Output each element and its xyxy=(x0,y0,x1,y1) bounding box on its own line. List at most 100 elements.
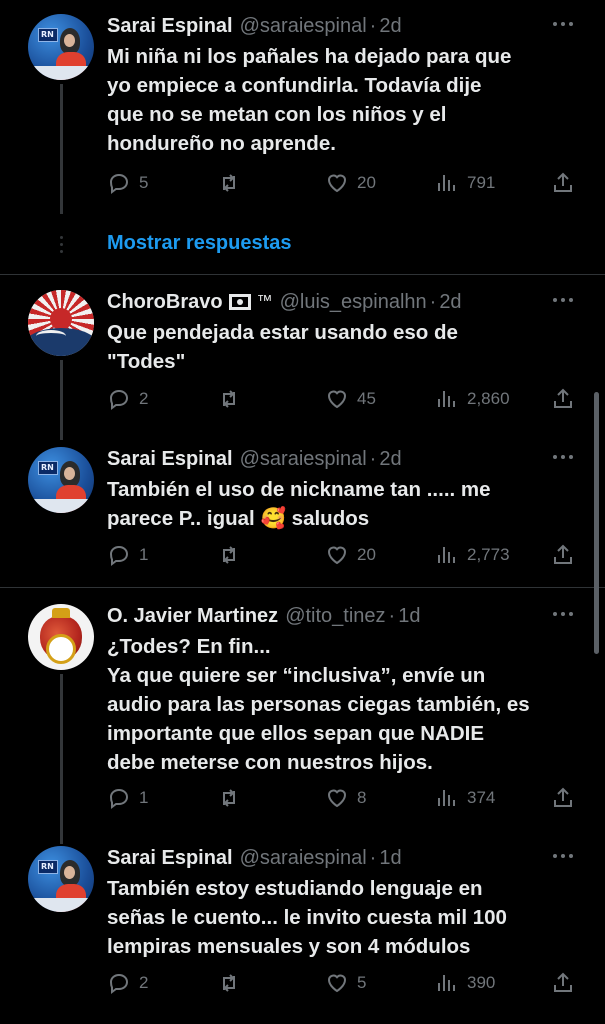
timestamp[interactable]: 1d xyxy=(379,847,401,870)
timestamp[interactable]: 2d xyxy=(439,291,461,314)
views-count: 390 xyxy=(467,973,496,992)
like-button[interactable]: 45 xyxy=(325,386,376,412)
reply-button[interactable]: 2 xyxy=(107,386,148,412)
share-button[interactable] xyxy=(551,170,575,196)
views-count: 2,860 xyxy=(467,389,510,408)
separator-dot: · xyxy=(369,846,377,869)
show-replies-link[interactable]: Mostrar respuestas xyxy=(107,232,292,255)
separator-dot: · xyxy=(429,290,437,313)
thread-line xyxy=(60,360,63,440)
retweet-button[interactable] xyxy=(217,785,241,811)
action-bar: 5 20 791 xyxy=(107,170,577,196)
author-handle[interactable]: @luis_espinalhn xyxy=(280,291,427,314)
views-button[interactable]: 2,773 xyxy=(435,542,510,568)
views-button[interactable]: 2,860 xyxy=(435,386,510,412)
like-count: 5 xyxy=(357,973,367,992)
reply-icon xyxy=(109,973,129,994)
share-icon xyxy=(554,388,572,408)
share-button[interactable] xyxy=(551,970,575,996)
action-bar: 1 20 2,773 xyxy=(107,542,577,568)
trademark-badge: ™ xyxy=(256,293,273,310)
views-count: 374 xyxy=(467,788,496,807)
reply-count: 1 xyxy=(139,788,149,807)
tweet[interactable]: Sarai Espinal @saraiespinal · 1d También… xyxy=(0,842,605,1012)
author-handle[interactable]: @saraiespinal xyxy=(240,15,367,38)
like-button[interactable]: 20 xyxy=(325,542,376,568)
thread-gap-dots xyxy=(60,236,63,253)
tweet-text: Mi niña ni los pañales ha dejado para qu… xyxy=(107,45,512,155)
more-icon[interactable] xyxy=(553,22,573,26)
like-button[interactable]: 5 xyxy=(325,970,366,996)
views-icon xyxy=(438,391,455,407)
divider xyxy=(0,274,605,275)
tweet[interactable]: ChoroBravo ™ @luis_espinalhn · 2d Que pe… xyxy=(0,286,605,440)
tweet-text: Que pendejada estar usando eso de "Todes… xyxy=(107,321,458,373)
share-button[interactable] xyxy=(551,542,575,568)
avatar[interactable] xyxy=(28,604,94,670)
retweet-button[interactable] xyxy=(217,542,241,568)
timestamp[interactable]: 1d xyxy=(398,605,420,628)
like-icon xyxy=(327,546,347,565)
views-icon xyxy=(438,975,455,991)
reply-icon xyxy=(109,788,129,809)
more-icon[interactable] xyxy=(553,298,573,302)
avatar[interactable] xyxy=(28,447,94,513)
avatar[interactable] xyxy=(28,846,94,912)
tweet[interactable]: Sarai Espinal @saraiespinal · 2d Mi niña… xyxy=(0,10,605,214)
like-button[interactable]: 8 xyxy=(325,785,366,811)
author-name[interactable]: O. Javier Martinez xyxy=(107,605,278,628)
scrollbar[interactable] xyxy=(594,392,599,654)
reply-button[interactable]: 1 xyxy=(107,785,148,811)
like-icon xyxy=(327,174,347,193)
views-button[interactable]: 390 xyxy=(435,970,495,996)
avatar[interactable] xyxy=(28,14,94,80)
retweet-button[interactable] xyxy=(217,386,241,412)
retweet-button[interactable] xyxy=(217,170,241,196)
more-icon[interactable] xyxy=(553,455,573,459)
reply-icon xyxy=(109,545,129,566)
author-name[interactable]: ChoroBravo xyxy=(107,291,223,314)
timestamp[interactable]: 2d xyxy=(379,448,401,471)
share-button[interactable] xyxy=(551,386,575,412)
like-count: 20 xyxy=(357,545,376,564)
reply-count: 5 xyxy=(139,173,149,192)
views-button[interactable]: 374 xyxy=(435,785,495,811)
pirate-flag-icon xyxy=(228,294,251,310)
reply-count: 2 xyxy=(139,973,149,992)
share-icon xyxy=(554,972,572,992)
like-count: 8 xyxy=(357,788,367,807)
reply-icon xyxy=(109,173,129,194)
divider xyxy=(0,587,605,588)
author-handle[interactable]: @tito_tinez xyxy=(285,605,385,628)
action-bar: 2 5 390 xyxy=(107,970,577,996)
reply-button[interactable]: 1 xyxy=(107,542,148,568)
reply-button[interactable]: 5 xyxy=(107,170,148,196)
author-name[interactable]: Sarai Espinal xyxy=(107,15,233,38)
tweet-text: También estoy estudiando lenguaje en señ… xyxy=(107,877,507,958)
share-icon xyxy=(554,544,572,564)
share-button[interactable] xyxy=(551,785,575,811)
more-icon[interactable] xyxy=(553,854,573,858)
author-name[interactable]: Sarai Espinal xyxy=(107,448,233,471)
tweet[interactable]: Sarai Espinal @saraiespinal · 2d También… xyxy=(0,443,605,573)
reply-button[interactable]: 2 xyxy=(107,970,148,996)
tweet[interactable]: O. Javier Martinez @tito_tinez · 1d ¿Tod… xyxy=(0,600,605,844)
retweet-icon xyxy=(223,789,235,807)
author-name[interactable]: Sarai Espinal xyxy=(107,847,233,870)
views-button[interactable]: 791 xyxy=(435,170,495,196)
author-handle[interactable]: @saraiespinal xyxy=(240,448,367,471)
views-icon xyxy=(438,175,455,191)
timestamp[interactable]: 2d xyxy=(379,15,401,38)
avatar[interactable] xyxy=(28,290,94,356)
action-bar: 1 8 374 xyxy=(107,785,577,811)
separator-dot: · xyxy=(369,447,377,470)
action-bar: 2 45 2,860 xyxy=(107,386,577,412)
retweet-button[interactable] xyxy=(217,970,241,996)
separator-dot: · xyxy=(388,604,396,627)
reply-icon xyxy=(109,389,129,410)
like-icon xyxy=(327,974,347,993)
more-icon[interactable] xyxy=(553,612,573,616)
thread-line xyxy=(60,84,63,214)
author-handle[interactable]: @saraiespinal xyxy=(240,847,367,870)
like-button[interactable]: 20 xyxy=(325,170,376,196)
